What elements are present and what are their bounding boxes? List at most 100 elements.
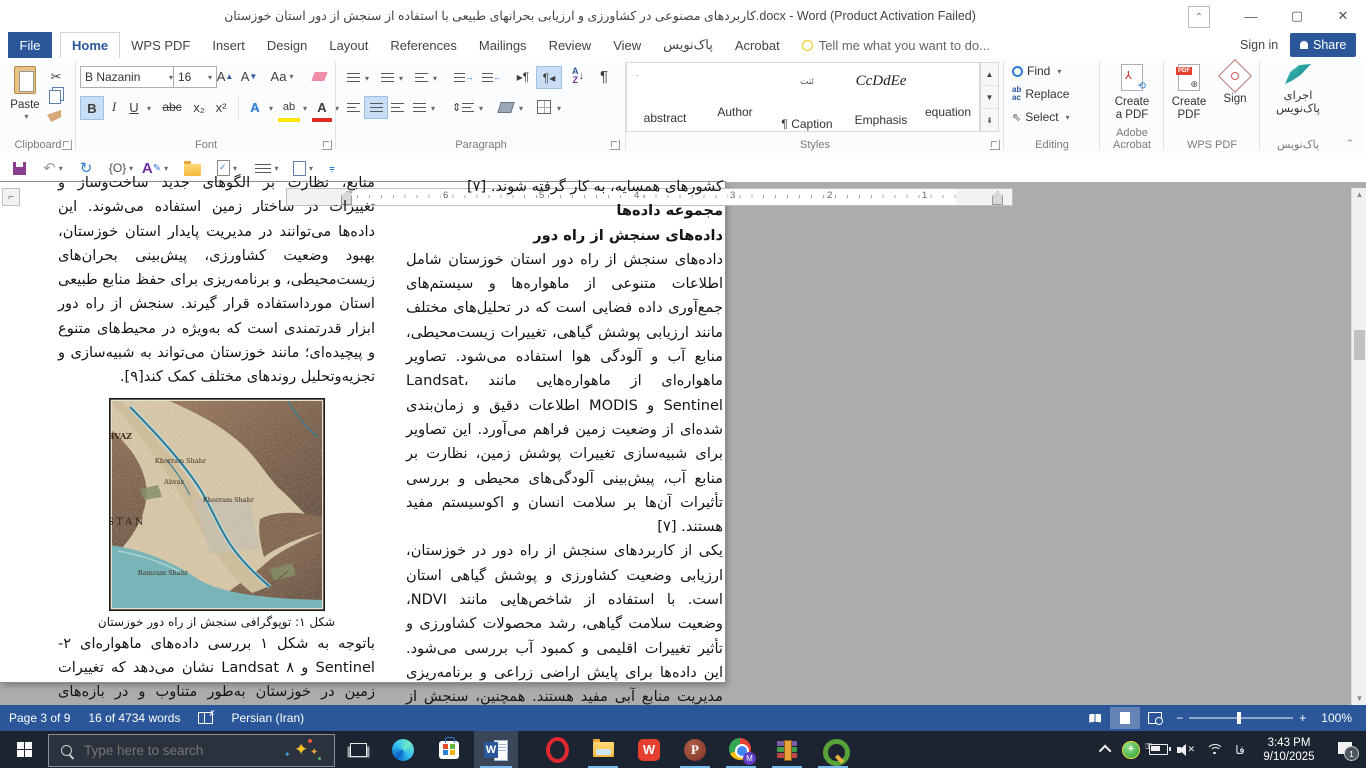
styles-gallery-expand-icon[interactable]: ⇟ [981,108,998,131]
zoom-slider[interactable] [1189,717,1293,719]
search-input[interactable] [82,742,256,759]
style-author[interactable]: Author [703,65,767,127]
borders-caret[interactable]: ▾ [557,104,561,113]
replace-button[interactable]: abac Replace [1012,86,1069,102]
sort-icon[interactable]: AZ↓ [568,66,588,86]
line-spacing-caret[interactable]: ▾ [479,104,483,113]
style-emphasis[interactable]: CcDdEe Emphasis [847,65,915,127]
khuzestan-map-figure[interactable]: AHVAZ Khorram Shahr Ahvaz Khorram Shahr … [109,398,325,611]
styles-dialog-launcher[interactable] [990,140,1000,150]
zoom-slider-thumb[interactable] [1237,712,1241,724]
tab-wps-pdf[interactable]: WPS PDF [120,32,201,58]
tray-chevron-icon[interactable] [1094,731,1118,768]
style-abstract[interactable]: . abstract [633,65,697,127]
italic-button[interactable]: I [104,96,124,118]
opera-button[interactable] [536,731,578,768]
winrar-button[interactable] [766,731,808,768]
wps-button[interactable]: W [628,731,670,768]
find-button[interactable]: Find▾ [1012,64,1061,78]
text-effects-caret[interactable]: ▾ [269,104,273,113]
page-indicator[interactable]: Page 3 of 9 [0,705,79,731]
scroll-thumb[interactable] [1354,330,1365,360]
clipboard-dialog-launcher[interactable] [62,140,72,150]
share-button[interactable]: Share [1290,33,1356,57]
text-effects-icon[interactable]: A [244,96,266,118]
zoom-in-button[interactable]: + [1293,705,1312,731]
scroll-up-icon[interactable]: ▲ [1352,188,1366,201]
highlight-caret[interactable]: ▾ [303,104,307,113]
paste-button[interactable]: Paste ▾ [8,66,42,130]
cut-icon[interactable]: ✂ [46,68,66,86]
copy-icon[interactable] [49,90,61,104]
increase-indent-icon[interactable]: ← [482,68,502,86]
start-button[interactable] [0,731,48,768]
styles-scroll-up-icon[interactable]: ▲ [981,63,998,85]
tab-references[interactable]: References [379,32,467,58]
close-button[interactable]: ✕ [1320,0,1366,32]
zoom-level[interactable]: 100% [1312,705,1366,731]
chrome-button[interactable]: M [720,731,762,768]
align-right-icon[interactable] [388,98,406,116]
tab-design[interactable]: Design [256,32,318,58]
shrink-font-icon[interactable]: A▼ [238,66,260,86]
word-count[interactable]: 16 of 4734 words [79,705,189,731]
sign-in-link[interactable]: Sign in [1240,32,1278,58]
vertical-scrollbar[interactable]: ▲ ▼ [1351,188,1366,705]
subscript-button[interactable]: x₂ [188,96,210,118]
font-name-combo[interactable]: B Nazanin▾ [80,66,178,88]
decrease-indent-icon[interactable]: → [454,68,474,86]
paragraph-dialog-launcher[interactable] [610,140,620,150]
save-icon[interactable] [8,156,30,180]
tray-battery-icon[interactable]: ⚿ [1144,731,1172,768]
create-a-pdf-button[interactable]: ⅄ ⟲ Createa PDF [1106,64,1158,122]
strikethrough-button[interactable]: abc [158,96,186,118]
ribbon-display-options-icon[interactable]: ⌃ [1188,6,1210,28]
tray-volume-muted-icon[interactable]: ✕ [1172,731,1200,768]
bullet-list-icon[interactable] [344,68,362,86]
file-explorer-button[interactable] [582,731,624,768]
qgis-button[interactable] [812,731,854,768]
taskbar-search[interactable]: ✦ ✦ ✦ [48,734,335,767]
justify-caret[interactable]: ▾ [431,104,435,113]
tab-layout[interactable]: Layout [318,32,379,58]
collapse-ribbon-icon[interactable]: ⌃ [1342,136,1358,150]
underline-caret[interactable]: ▾ [147,104,151,113]
action-center-button[interactable]: 1 [1328,731,1366,768]
clear-formatting-icon[interactable] [308,66,330,86]
right-indent-marker[interactable] [992,191,1003,205]
tab-acrobat[interactable]: Acrobat [724,32,791,58]
font-dialog-launcher[interactable] [322,140,332,150]
tab-file[interactable]: File [8,32,52,58]
font-color-icon[interactable]: A [312,96,332,122]
shading-caret[interactable]: ▾ [519,104,523,113]
rtl-direction-icon[interactable]: ¶◂ [536,66,562,89]
edge-button[interactable] [382,731,424,768]
proofing-icon[interactable]: ✗ [189,705,222,731]
tab-stop-selector[interactable]: ⌐ [3,189,19,205]
change-case-icon[interactable]: Aa▾ [268,66,296,86]
tab-insert[interactable]: Insert [201,32,256,58]
page[interactable]: کشورهای همسایه، به کار گرفته شوند. [۷] م… [0,182,725,682]
maximize-button[interactable]: ▢ [1274,0,1320,32]
language-indicator[interactable]: Persian (Iran) [222,705,313,731]
zoom-out-button[interactable]: − [1170,705,1189,731]
borders-icon[interactable] [534,98,554,116]
justify-icon[interactable] [410,98,428,116]
scroll-down-icon[interactable]: ▼ [1352,692,1366,705]
font-size-combo[interactable]: 16▾ [173,66,217,88]
align-center-icon[interactable] [364,96,388,119]
minimize-button[interactable]: — [1228,0,1274,32]
word-taskbar-button[interactable]: W [474,731,518,768]
line-spacing-icon[interactable]: ⇕ [452,98,474,116]
underline-button[interactable]: U [124,96,144,118]
select-button[interactable]: ⇖ Select▾ [1012,110,1070,124]
style-caption[interactable]: ئتت ¶ Caption [773,65,841,127]
shading-icon[interactable] [496,98,516,116]
tab-paknevis[interactable]: پاک‌نویس [652,32,724,58]
style-equation[interactable]: equation [919,65,977,127]
print-layout-icon[interactable] [1110,707,1140,729]
highlight-color-icon[interactable]: ab [278,96,300,122]
tray-antivirus-icon[interactable]: + [1118,731,1144,768]
numbering-caret[interactable]: ▾ [399,74,403,83]
tray-clock[interactable]: 3:43 PM9/10/2025 [1254,731,1324,768]
